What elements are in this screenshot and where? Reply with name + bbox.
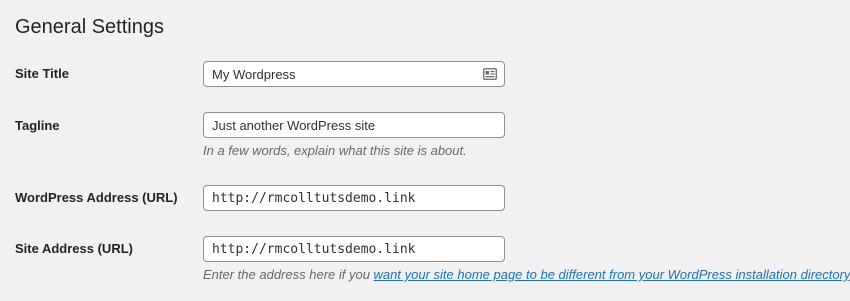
tagline-label: Tagline xyxy=(15,118,60,133)
tagline-input[interactable]: Just another WordPress site xyxy=(203,112,505,138)
site-address-description-prefix: Enter the address here if you xyxy=(203,267,374,282)
contact-card-icon[interactable] xyxy=(483,68,497,80)
tagline-description: In a few words, explain what this site i… xyxy=(203,143,467,158)
site-address-description: Enter the address here if you want your … xyxy=(203,266,850,284)
tagline-value: Just another WordPress site xyxy=(212,117,376,133)
site-title-label: Site Title xyxy=(15,66,69,81)
wordpress-address-label: WordPress Address (URL) xyxy=(15,190,178,205)
site-title-input[interactable]: My Wordpress xyxy=(203,61,505,87)
site-title-value: My Wordpress xyxy=(212,66,296,82)
site-address-value: http://rmcolltutsdemo.link xyxy=(212,241,416,257)
wordpress-address-input[interactable]: http://rmcolltutsdemo.link xyxy=(203,185,505,211)
wordpress-address-value: http://rmcolltutsdemo.link xyxy=(212,190,416,206)
page-title: General Settings xyxy=(15,16,164,38)
site-address-input[interactable]: http://rmcolltutsdemo.link xyxy=(203,236,505,262)
installation-directory-link[interactable]: want your site home page to be different… xyxy=(374,267,850,282)
site-address-label: Site Address (URL) xyxy=(15,241,133,256)
